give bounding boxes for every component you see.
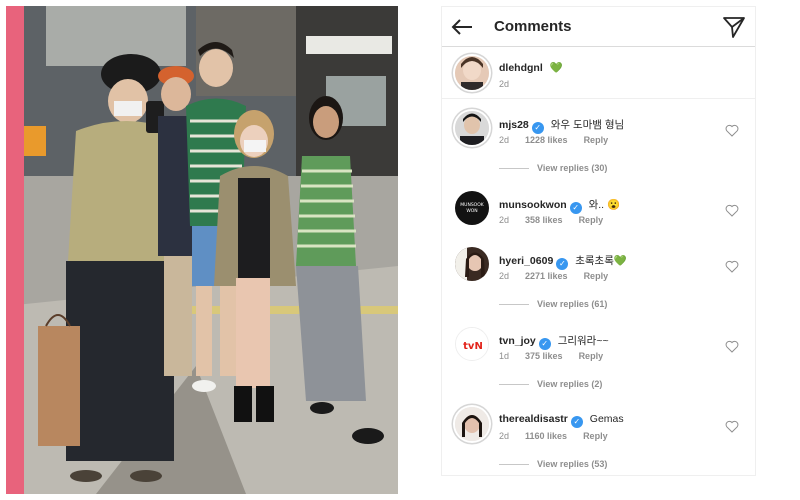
comment-meta: 2d 2271 likes Reply <box>499 271 624 281</box>
comment-text: 초록초록💚 <box>575 255 627 267</box>
comment-line: hyeri_0609 ✓ 초록초록💚 <box>499 253 627 270</box>
svg-text:WON: WON <box>466 208 477 214</box>
comment-item: therealdisastr ✓ Gemas 2d 1160 likes Reply … <box>442 397 755 477</box>
comment-meta: 1d 375 likes Reply <box>499 351 619 361</box>
timestamp: 2d <box>499 271 510 281</box>
like-count[interactable]: 375 likes <box>525 351 563 361</box>
comment-text: 와우 도마뱀 형님 <box>550 119 625 131</box>
view-replies-link[interactable]: View replies (53) <box>499 459 607 469</box>
verified-badge-icon: ✓ <box>556 258 569 270</box>
timestamp: 2d <box>499 135 510 145</box>
caption-text: 💚 <box>549 62 563 74</box>
reply-button[interactable]: Reply <box>583 431 608 441</box>
view-replies-label: View replies (30) <box>537 163 608 173</box>
timestamp: 2d <box>499 215 510 225</box>
reply-button[interactable]: Reply <box>584 135 609 145</box>
verified-badge-icon: ✓ <box>569 202 582 214</box>
page-title: Comments <box>494 18 572 35</box>
username[interactable]: hyeri_0609 <box>499 255 553 267</box>
heart-icon[interactable] <box>725 260 739 273</box>
comment-item: tvN tvn_joy ✓ 그리워라~~ 1d 375 likes Reply Vie… <box>442 317 755 397</box>
divider <box>499 304 529 306</box>
comment-meta: 2d 358 likes Reply <box>499 215 619 225</box>
view-replies-link[interactable]: View replies (2) <box>499 379 602 389</box>
comments-header: Comments <box>442 7 755 47</box>
tvn-logo-text: tvN <box>463 341 483 352</box>
comment-item: MUNSOOK WON munsookwon ✓ 와.. 😮 2d 358 likes… <box>442 181 755 237</box>
avatar[interactable]: tvN <box>455 327 489 361</box>
comment-line: therealdisastr ✓ Gemas <box>499 413 624 428</box>
heart-icon[interactable] <box>725 204 739 217</box>
comment-line: mjs28 ✓ 와우 도마뱀 형님 <box>499 117 624 134</box>
back-arrow-icon[interactable] <box>448 13 476 41</box>
like-count[interactable]: 358 likes <box>525 215 563 225</box>
like-count[interactable]: 1160 likes <box>525 431 567 441</box>
divider <box>499 168 529 170</box>
view-replies-link[interactable]: View replies (61) <box>499 299 607 309</box>
comment-text: 그리워라~~ <box>557 335 609 347</box>
username[interactable]: mjs28 <box>499 119 529 131</box>
avatar[interactable] <box>455 407 489 441</box>
avatar[interactable] <box>455 247 489 281</box>
view-replies-label: View replies (53) <box>537 459 608 469</box>
post-photo <box>6 6 398 494</box>
divider <box>499 384 529 386</box>
comment-line: munsookwon ✓ 와.. 😮 <box>499 197 620 214</box>
direct-message-icon[interactable] <box>721 14 747 40</box>
view-replies-label: View replies (61) <box>537 299 608 309</box>
reply-button[interactable]: Reply <box>579 351 604 361</box>
heart-icon[interactable] <box>725 420 739 433</box>
view-replies-link[interactable]: View replies (30) <box>499 163 607 173</box>
comment-meta: 2d 1160 likes Reply <box>499 431 624 441</box>
reply-button[interactable]: Reply <box>579 215 604 225</box>
like-count[interactable]: 2271 likes <box>525 271 568 281</box>
caption-meta: 2d <box>499 79 525 89</box>
timestamp: 1d <box>499 351 510 361</box>
comment-meta: 2d 1228 likes Reply <box>499 135 624 145</box>
timestamp: 2d <box>499 79 510 89</box>
svg-text:MUNSOOK: MUNSOOK <box>460 202 484 208</box>
heart-icon[interactable] <box>725 340 739 353</box>
reply-button[interactable]: Reply <box>584 271 609 281</box>
view-replies-label: View replies (2) <box>537 379 603 389</box>
verified-badge-icon: ✓ <box>570 416 583 428</box>
heart-icon[interactable] <box>725 124 739 137</box>
username[interactable]: dlehdgnl <box>499 62 543 74</box>
timestamp: 2d <box>499 431 510 441</box>
username[interactable]: munsookwon <box>499 199 567 211</box>
divider <box>499 464 529 466</box>
verified-badge-icon: ✓ <box>531 122 544 134</box>
comment-item: mjs28 ✓ 와우 도마뱀 형님 2d 1228 likes Reply View … <box>442 101 755 181</box>
username[interactable]: tvn_joy <box>499 335 536 347</box>
comment-text: 와.. 😮 <box>588 199 621 211</box>
comment-text: Gemas <box>589 413 624 425</box>
street-group-illustration <box>6 6 398 494</box>
avatar[interactable] <box>455 56 489 90</box>
verified-badge-icon: ✓ <box>538 338 551 350</box>
avatar[interactable]: MUNSOOK WON <box>455 191 489 225</box>
username[interactable]: therealdisastr <box>499 413 568 425</box>
comments-panel: Comments dlehdgnl 💚 2d mjs28 ✓ 와우 도마뱀 형님 … <box>441 6 756 476</box>
comment-line: tvn_joy ✓ 그리워라~~ <box>499 333 609 350</box>
caption-line: dlehdgnl 💚 <box>499 61 563 74</box>
post-caption: dlehdgnl 💚 2d <box>442 47 755 99</box>
like-count[interactable]: 1228 likes <box>525 135 568 145</box>
avatar[interactable] <box>455 111 489 145</box>
comment-item: hyeri_0609 ✓ 초록초록💚 2d 2271 likes Reply View… <box>442 237 755 317</box>
